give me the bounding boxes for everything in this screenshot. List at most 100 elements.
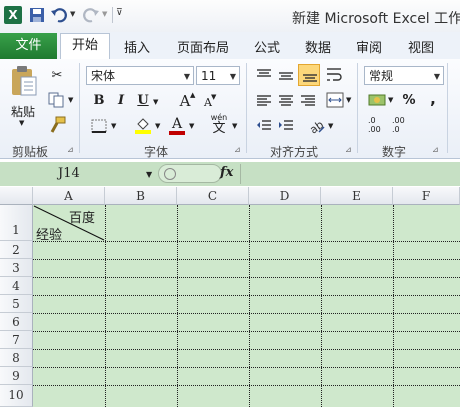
font-name-combo[interactable]: 宋体 ▼	[86, 66, 194, 85]
align-bottom-button[interactable]	[298, 64, 320, 86]
row-header-2[interactable]: 2	[0, 241, 33, 259]
copy-dropdown-icon[interactable]: ▼	[68, 96, 73, 104]
border-dropdown-icon[interactable]: ▼	[111, 122, 116, 130]
row-header-8[interactable]: 8	[0, 349, 33, 367]
formula-bar-circle-icon	[164, 168, 176, 180]
undo-icon[interactable]	[50, 6, 68, 24]
decrease-decimal-button[interactable]: .00 .0	[392, 116, 412, 136]
row-header-7[interactable]: 7	[0, 331, 33, 349]
row-gridline	[33, 385, 460, 386]
formula-input[interactable]	[240, 164, 460, 184]
row-header-1[interactable]: 1	[0, 205, 33, 241]
orientation-icon[interactable]: ab	[307, 117, 325, 135]
fill-color-icon[interactable]	[134, 116, 152, 134]
align-center-icon[interactable]	[278, 94, 294, 108]
alignment-dialog-launcher-icon[interactable]: ⊿	[345, 145, 352, 154]
tab-view[interactable]: 视图	[408, 37, 434, 56]
clipboard-dialog-launcher-icon[interactable]: ⊿	[67, 145, 74, 154]
font-size-combo[interactable]: 11 ▼	[196, 66, 240, 85]
wrap-text-icon[interactable]	[326, 67, 342, 83]
copy-icon[interactable]	[48, 92, 66, 108]
chevron-down-icon: ▼	[229, 72, 236, 81]
row-gridline	[33, 277, 460, 278]
column-gridline	[321, 205, 322, 407]
separator	[112, 7, 113, 23]
paste-dropdown-icon[interactable]: ▼	[19, 119, 24, 127]
undo-dropdown-icon[interactable]: ▼	[70, 10, 75, 18]
font-color-dropdown-icon[interactable]: ▼	[189, 122, 194, 130]
number-dialog-launcher-icon[interactable]: ⊿	[432, 145, 439, 154]
tab-home[interactable]: 开始	[60, 33, 111, 60]
tab-review[interactable]: 审阅	[356, 37, 382, 56]
column-header-c[interactable]: C	[177, 187, 249, 205]
font-color-letter: A	[171, 116, 183, 132]
column-header-e[interactable]: E	[321, 187, 393, 205]
chevron-down-icon: ▼	[183, 72, 190, 81]
name-box[interactable]: J14 ▼	[0, 164, 152, 184]
phonetic-button[interactable]: wén 文	[207, 114, 231, 136]
format-painter-icon[interactable]	[48, 116, 66, 134]
separator	[246, 63, 247, 153]
column-header-d[interactable]: D	[249, 187, 321, 205]
font-color-button[interactable]: A	[168, 116, 186, 135]
increase-decimal-button[interactable]: .0 .00	[368, 116, 388, 136]
phonetic-dropdown-icon[interactable]: ▼	[232, 122, 237, 130]
row-header-9[interactable]: 9	[0, 367, 33, 385]
cell-a1-top-text: 百度	[69, 211, 96, 226]
italic-button[interactable]: I	[112, 92, 130, 110]
row-header-6[interactable]: 6	[0, 313, 33, 331]
align-right-icon[interactable]	[300, 94, 316, 108]
currency-dropdown-icon[interactable]: ▼	[388, 96, 393, 104]
chevron-down-icon: ▼	[433, 72, 440, 81]
grow-font-arrow-icon: ▲	[190, 91, 196, 99]
underline-button[interactable]: U	[134, 92, 152, 110]
formula-bar-grip-icon[interactable]	[158, 164, 222, 183]
number-format-combo[interactable]: 常规 ▼	[364, 66, 444, 85]
tab-page-layout[interactable]: 页面布局	[177, 37, 229, 56]
row-header-10[interactable]: 10	[0, 385, 33, 407]
column-header-f[interactable]: F	[393, 187, 460, 205]
orientation-dropdown-icon[interactable]: ▼	[328, 122, 333, 130]
column-header-b[interactable]: B	[105, 187, 177, 205]
align-left-icon[interactable]	[256, 94, 272, 108]
redo-icon[interactable]	[82, 6, 100, 24]
row-header-4[interactable]: 4	[0, 277, 33, 295]
align-middle-icon[interactable]	[278, 68, 294, 82]
paste-button-label[interactable]: 粘贴	[11, 103, 35, 120]
cut-icon[interactable]: ✂	[48, 67, 66, 85]
worksheet-grid[interactable]: A B C D E F 1 2 3 4 5 6 7 8 9 10 百度 经验	[0, 187, 460, 407]
comma-button[interactable]: ,	[424, 90, 442, 108]
percent-button[interactable]: %	[400, 92, 418, 110]
bold-button[interactable]: B	[90, 92, 108, 110]
select-all-corner[interactable]	[0, 187, 33, 205]
increase-indent-icon[interactable]	[278, 119, 294, 133]
fill-color-dropdown-icon[interactable]: ▼	[155, 122, 160, 130]
cell-a1-bottom-text: 经验	[36, 228, 63, 243]
align-top-icon[interactable]	[256, 68, 272, 82]
merge-dropdown-icon[interactable]: ▼	[346, 96, 351, 104]
customize-toolbar-icon[interactable]: ⊽	[116, 8, 123, 18]
merge-center-icon[interactable]	[326, 92, 344, 108]
border-icon[interactable]	[91, 119, 107, 133]
window-title: 新建 Microsoft Excel 工作表	[292, 11, 460, 27]
row-header-5[interactable]: 5	[0, 295, 33, 313]
name-box-value: J14	[58, 166, 80, 181]
row-header-3[interactable]: 3	[0, 259, 33, 277]
ribbon-tab-bar: 文件 开始 插入 页面布局 公式 数据 审阅 视图	[0, 32, 460, 60]
name-box-dropdown-icon[interactable]: ▼	[146, 165, 152, 185]
currency-icon[interactable]	[368, 92, 386, 108]
paste-icon[interactable]	[10, 65, 38, 97]
cell-a1[interactable]: 百度 经验	[33, 205, 105, 243]
underline-dropdown-icon[interactable]: ▼	[153, 98, 158, 106]
tab-formulas[interactable]: 公式	[254, 37, 280, 56]
redo-dropdown-icon[interactable]: ▼	[102, 10, 107, 18]
tab-insert[interactable]: 插入	[124, 37, 150, 56]
save-icon[interactable]	[28, 6, 46, 24]
font-dialog-launcher-icon[interactable]: ⊿	[234, 145, 241, 154]
insert-function-button[interactable]: fx	[220, 165, 233, 180]
separator	[79, 63, 80, 153]
tab-file[interactable]: 文件	[0, 33, 57, 59]
column-header-a[interactable]: A	[33, 187, 105, 205]
tab-data[interactable]: 数据	[305, 37, 331, 56]
decrease-indent-icon[interactable]	[256, 119, 272, 133]
